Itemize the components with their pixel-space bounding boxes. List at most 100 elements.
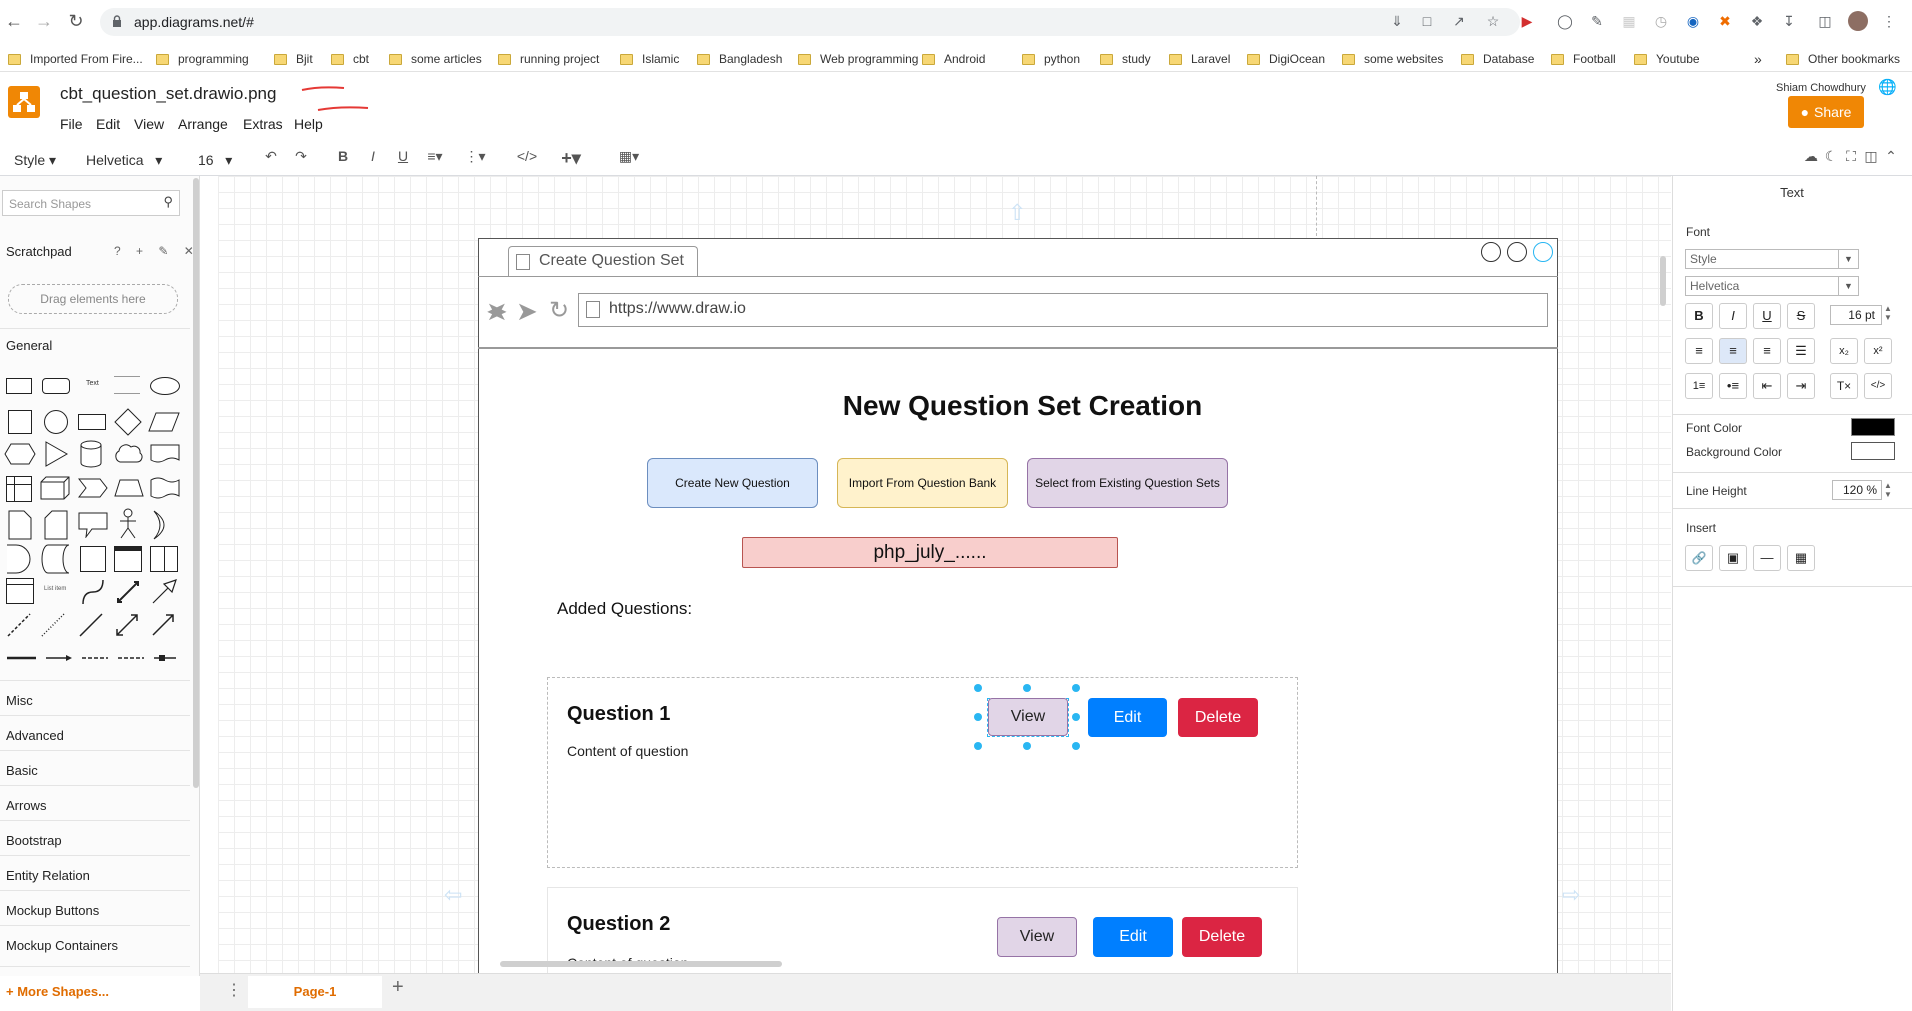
card-shape[interactable] bbox=[44, 510, 68, 540]
kebab-menu-icon[interactable]: ⋮ bbox=[1880, 12, 1898, 30]
italic-icon[interactable]: I bbox=[362, 148, 384, 164]
globe-icon[interactable]: 🌐 bbox=[1878, 78, 1897, 96]
font-size-input[interactable]: 16 pt bbox=[1830, 305, 1882, 325]
select-existing-sets-button[interactable]: Select from Existing Question Sets bbox=[1027, 458, 1228, 508]
resize-handle[interactable] bbox=[974, 684, 982, 692]
address-bar[interactable]: app.diagrams.net/# bbox=[100, 8, 1520, 36]
font-size-dropdown[interactable]: 16 ▾ bbox=[198, 152, 232, 169]
align-center-icon[interactable]: ≡ bbox=[1719, 338, 1747, 364]
resize-handle[interactable] bbox=[1072, 742, 1080, 750]
undo-icon[interactable]: ↶ bbox=[260, 148, 282, 165]
eyedropper-icon[interactable]: ✎ bbox=[1588, 12, 1606, 30]
list-item-shape[interactable]: List item bbox=[44, 586, 66, 592]
swimlane-shape[interactable] bbox=[114, 546, 142, 572]
redo-icon[interactable]: ↷ bbox=[290, 148, 312, 165]
general-category[interactable]: General bbox=[6, 338, 52, 353]
panel-icon[interactable]: ◫ bbox=[1860, 148, 1882, 165]
superscript-icon[interactable]: x² bbox=[1864, 338, 1892, 364]
parallelogram-shape[interactable] bbox=[148, 412, 180, 432]
or-shape[interactable] bbox=[152, 510, 176, 540]
rounded-rectangle-shape[interactable] bbox=[42, 378, 70, 394]
spinner-icon[interactable]: ▲ ▼ bbox=[1884, 481, 1892, 499]
menu-arrange[interactable]: Arrange bbox=[178, 116, 228, 132]
note-shape[interactable] bbox=[8, 510, 32, 540]
ext-red-icon[interactable]: ▶ bbox=[1518, 12, 1536, 30]
bookmark-folder[interactable]: Laravel bbox=[1169, 50, 1230, 68]
view-button[interactable]: View bbox=[988, 698, 1068, 736]
bookmark-folder[interactable]: programming bbox=[156, 50, 249, 68]
resize-handle[interactable] bbox=[1023, 742, 1031, 750]
page-title[interactable]: New Question Set Creation bbox=[478, 390, 1567, 422]
trapezoid-shape[interactable] bbox=[114, 479, 144, 497]
bookmark-folder[interactable]: some articles bbox=[389, 50, 482, 68]
html-icon[interactable]: </> bbox=[516, 148, 538, 164]
strikethrough-icon[interactable]: S bbox=[1787, 303, 1815, 329]
cylinder-shape[interactable] bbox=[80, 440, 102, 468]
insert-image-icon[interactable]: ▣ bbox=[1719, 545, 1747, 571]
category-entity-relation[interactable]: Entity Relation bbox=[6, 868, 90, 883]
page-icon[interactable]: □ bbox=[1418, 12, 1436, 30]
added-questions-label[interactable]: Added Questions: bbox=[557, 599, 692, 619]
ellipse-shape[interactable] bbox=[150, 377, 180, 395]
bookmark-folder[interactable]: Web programming bbox=[798, 50, 918, 68]
resize-handle[interactable] bbox=[1072, 684, 1080, 692]
ext-new-icon[interactable]: ◉ bbox=[1684, 12, 1702, 30]
bookmark-folder[interactable]: some websites bbox=[1342, 50, 1443, 68]
bookmark-folder[interactable]: Imported From Fire... bbox=[8, 50, 143, 68]
align-left-icon[interactable]: ≡ bbox=[1685, 338, 1713, 364]
category-misc[interactable]: Misc bbox=[6, 693, 33, 708]
tape-shape[interactable] bbox=[150, 476, 180, 500]
bookmark-folder[interactable]: python bbox=[1022, 50, 1080, 68]
ext-circle-icon[interactable]: ◯ bbox=[1556, 12, 1574, 30]
back-icon[interactable]: ← bbox=[4, 11, 24, 31]
ext-clock-icon[interactable]: ◷ bbox=[1652, 12, 1670, 30]
step-shape[interactable] bbox=[78, 478, 108, 498]
hexagon-shape[interactable] bbox=[4, 443, 36, 465]
diamond-shape[interactable] bbox=[114, 408, 142, 436]
and-shape[interactable] bbox=[6, 544, 32, 574]
pages-menu-icon[interactable]: ⋮ bbox=[226, 980, 242, 1000]
delete-button[interactable]: Delete bbox=[1182, 917, 1262, 957]
bold-icon[interactable]: B bbox=[1685, 303, 1713, 329]
category-basic[interactable]: Basic bbox=[6, 763, 38, 778]
menu-view[interactable]: View bbox=[134, 116, 164, 132]
outdent-icon[interactable]: ⇤ bbox=[1753, 373, 1781, 399]
category-mockup-buttons[interactable]: Mockup Buttons bbox=[6, 903, 99, 918]
underline-icon[interactable]: U bbox=[1753, 303, 1781, 329]
downloads-icon[interactable]: ↧ bbox=[1780, 12, 1798, 30]
dark-mode-icon[interactable]: ☾ bbox=[1820, 148, 1842, 165]
insert-plus-icon[interactable]: +▾ bbox=[560, 148, 582, 169]
other-bookmarks[interactable]: Other bookmarks bbox=[1786, 50, 1900, 68]
textbox-shape[interactable] bbox=[114, 376, 140, 394]
window-control-icon[interactable] bbox=[1507, 242, 1527, 262]
ext-orange-icon[interactable]: ✖ bbox=[1716, 12, 1734, 30]
internal-storage-shape[interactable] bbox=[6, 476, 32, 502]
list-shape[interactable] bbox=[6, 578, 34, 604]
more-shapes-button[interactable]: + More Shapes... bbox=[6, 984, 109, 999]
insert-table-icon[interactable]: ▦ bbox=[1787, 545, 1815, 571]
insert-link-icon[interactable]: 🔗 bbox=[1685, 545, 1713, 571]
page-tab[interactable]: Page-1 bbox=[248, 976, 382, 1008]
bidirectional-connector-shape[interactable] bbox=[114, 612, 140, 638]
star-icon[interactable]: ☆ bbox=[1484, 12, 1502, 30]
triangle-shape[interactable] bbox=[44, 441, 68, 467]
bookmark-folder[interactable]: Football bbox=[1551, 50, 1616, 68]
reload-icon[interactable]: ↻ bbox=[66, 11, 86, 31]
tab-text[interactable]: Text bbox=[1672, 180, 1912, 206]
pool-shape[interactable] bbox=[150, 546, 178, 572]
circle-shape[interactable] bbox=[44, 410, 68, 434]
menu-file[interactable]: File bbox=[60, 116, 83, 132]
data-storage-shape[interactable] bbox=[40, 544, 70, 574]
process-shape[interactable] bbox=[78, 414, 106, 430]
category-arrows[interactable]: Arrows bbox=[6, 798, 46, 813]
category-bootstrap[interactable]: Bootstrap bbox=[6, 833, 62, 848]
cloud-off-icon[interactable]: ☁ bbox=[1800, 148, 1822, 165]
bullet-list-icon[interactable]: •≡ bbox=[1719, 373, 1747, 399]
file-name[interactable]: cbt_question_set.drawio.png bbox=[60, 84, 276, 104]
html-icon[interactable]: </> bbox=[1864, 373, 1892, 399]
user-name[interactable]: Shiam Chowdhury bbox=[1776, 82, 1866, 94]
fullscreen-icon[interactable]: ⛶ bbox=[1840, 148, 1862, 165]
resize-handle[interactable] bbox=[974, 713, 982, 721]
import-question-bank-button[interactable]: Import From Question Bank bbox=[837, 458, 1008, 508]
delete-button[interactable]: Delete bbox=[1178, 698, 1258, 737]
